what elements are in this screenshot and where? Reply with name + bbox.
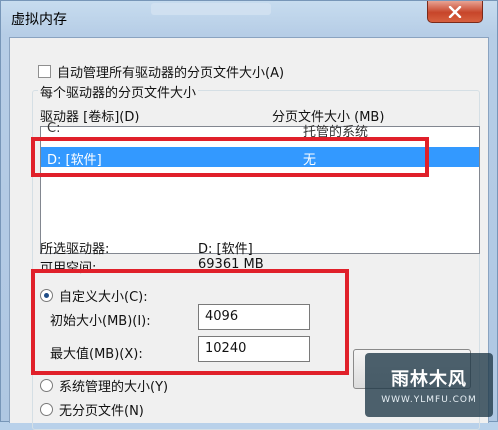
site-watermark: 雨林木风 WWW.YLMFU.COM: [365, 353, 493, 417]
custom-size-option[interactable]: 自定义大小(C):: [40, 286, 148, 305]
max-size-value: 10240: [205, 341, 247, 356]
auto-manage-label: 自动管理所有驱动器的分页文件大小(A): [57, 66, 285, 81]
max-size-input[interactable]: 10240: [198, 336, 310, 362]
auto-manage-checkbox-row[interactable]: 自动管理所有驱动器的分页文件大小(A): [38, 62, 284, 81]
free-space-label: 可用空间:: [40, 261, 97, 276]
virtual-memory-window: 虚拟内存 自动管理所有驱动器的分页文件大小(A) 每个驱动器的分页文件大小 驱动…: [0, 0, 498, 430]
initial-size-value: 4096: [205, 309, 239, 324]
title-bar[interactable]: 虚拟内存: [1, 1, 497, 37]
system-managed-option[interactable]: 系统管理的大小(Y): [40, 376, 168, 395]
system-managed-label: 系统管理的大小(Y): [59, 380, 169, 395]
no-paging-label: 无分页文件(N): [59, 404, 144, 419]
no-paging-radio[interactable]: [40, 403, 53, 416]
group-title: 每个驱动器的分页文件大小: [38, 82, 199, 101]
drive-name: C:: [47, 121, 61, 136]
blurred-background-title: [151, 3, 271, 15]
free-space-value: 69361 MB: [198, 257, 264, 272]
initial-size-label: 初始大小(MB)(I):: [50, 314, 151, 329]
max-size-label: 最大值(MB)(X):: [50, 347, 143, 362]
watermark-url: WWW.YLMFU.COM: [381, 395, 477, 405]
selected-drive-label: 所选驱动器:: [40, 242, 110, 257]
selected-drive-value: D: [软件]: [198, 242, 253, 257]
drive-paging-size: 无: [303, 153, 317, 168]
drive-row[interactable]: C: 托管的系统: [41, 119, 479, 140]
close-button[interactable]: [427, 1, 483, 23]
drive-paging-size: 托管的系统: [303, 125, 369, 140]
close-icon: [448, 5, 462, 18]
drive-list[interactable]: C: 托管的系统 D: [软件] 无: [40, 121, 480, 254]
custom-size-radio[interactable]: [40, 289, 53, 302]
system-managed-radio[interactable]: [40, 379, 53, 392]
auto-manage-checkbox[interactable]: [38, 65, 51, 78]
window-title: 虚拟内存: [11, 12, 67, 28]
drive-name: D: [软件]: [47, 153, 102, 168]
initial-size-input[interactable]: 4096: [198, 304, 310, 330]
watermark-text: 雨林木风: [391, 369, 467, 390]
drive-row-selected[interactable]: D: [软件] 无: [41, 147, 479, 168]
no-paging-option[interactable]: 无分页文件(N): [40, 400, 144, 419]
custom-size-label: 自定义大小(C):: [59, 290, 148, 305]
